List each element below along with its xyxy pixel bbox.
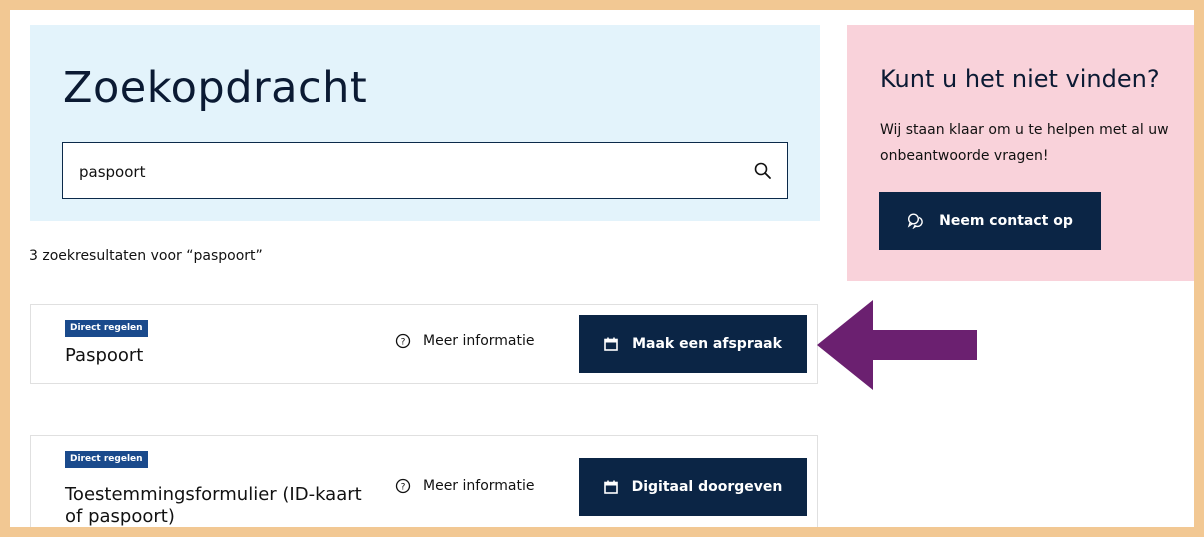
question-icon: ? <box>395 333 411 349</box>
meer-informatie-link[interactable]: ? Meer informatie <box>395 333 535 349</box>
result-card: Direct regelen Toestemmingsformulier (ID… <box>30 435 818 527</box>
neem-contact-op-button[interactable]: Neem contact op <box>879 192 1101 250</box>
svg-text:?: ? <box>401 483 406 493</box>
search-icon[interactable] <box>753 161 773 181</box>
help-text: Wij staan klaar om u te helpen met al uw… <box>880 122 1169 164</box>
search-panel: Zoekopdracht <box>30 25 820 221</box>
page-title: Zoekopdracht <box>63 63 368 113</box>
maak-afspraak-button[interactable]: Maak een afspraak <box>579 315 807 373</box>
results-count: 3 zoekresultaten voor “paspoort” <box>29 248 263 264</box>
page-frame: Zoekopdracht 3 zoekresultaten voor “pasp… <box>10 10 1194 527</box>
direct-regelen-badge: Direct regelen <box>65 451 148 468</box>
search-input[interactable] <box>77 143 741 200</box>
chat-icon <box>907 213 923 229</box>
svg-text:?: ? <box>401 338 406 348</box>
digitaal-doorgeven-button[interactable]: Digitaal doorgeven <box>579 458 807 516</box>
calendar-icon <box>604 337 618 351</box>
annotation-arrow-icon <box>817 300 977 390</box>
maak-afspraak-label: Maak een afspraak <box>632 336 782 352</box>
result-title[interactable]: Paspoort <box>65 345 143 367</box>
help-title: Kunt u het niet vinden? <box>880 65 1160 93</box>
question-icon: ? <box>395 478 411 494</box>
meer-informatie-label: Meer informatie <box>423 333 535 349</box>
calendar-icon <box>603 480 618 494</box>
neem-contact-op-label: Neem contact op <box>939 213 1073 229</box>
direct-regelen-badge: Direct regelen <box>65 320 148 337</box>
result-title[interactable]: Toestemmingsformulier (ID-kaart of paspo… <box>65 484 365 527</box>
meer-informatie-label: Meer informatie <box>423 478 535 494</box>
search-box[interactable] <box>62 142 788 200</box>
help-panel: Kunt u het niet vinden? Wij staan klaar … <box>847 25 1194 281</box>
meer-informatie-link[interactable]: ? Meer informatie <box>395 478 535 494</box>
result-card: Direct regelen Paspoort ? Meer informati… <box>30 304 818 384</box>
digitaal-doorgeven-label: Digitaal doorgeven <box>631 479 783 495</box>
